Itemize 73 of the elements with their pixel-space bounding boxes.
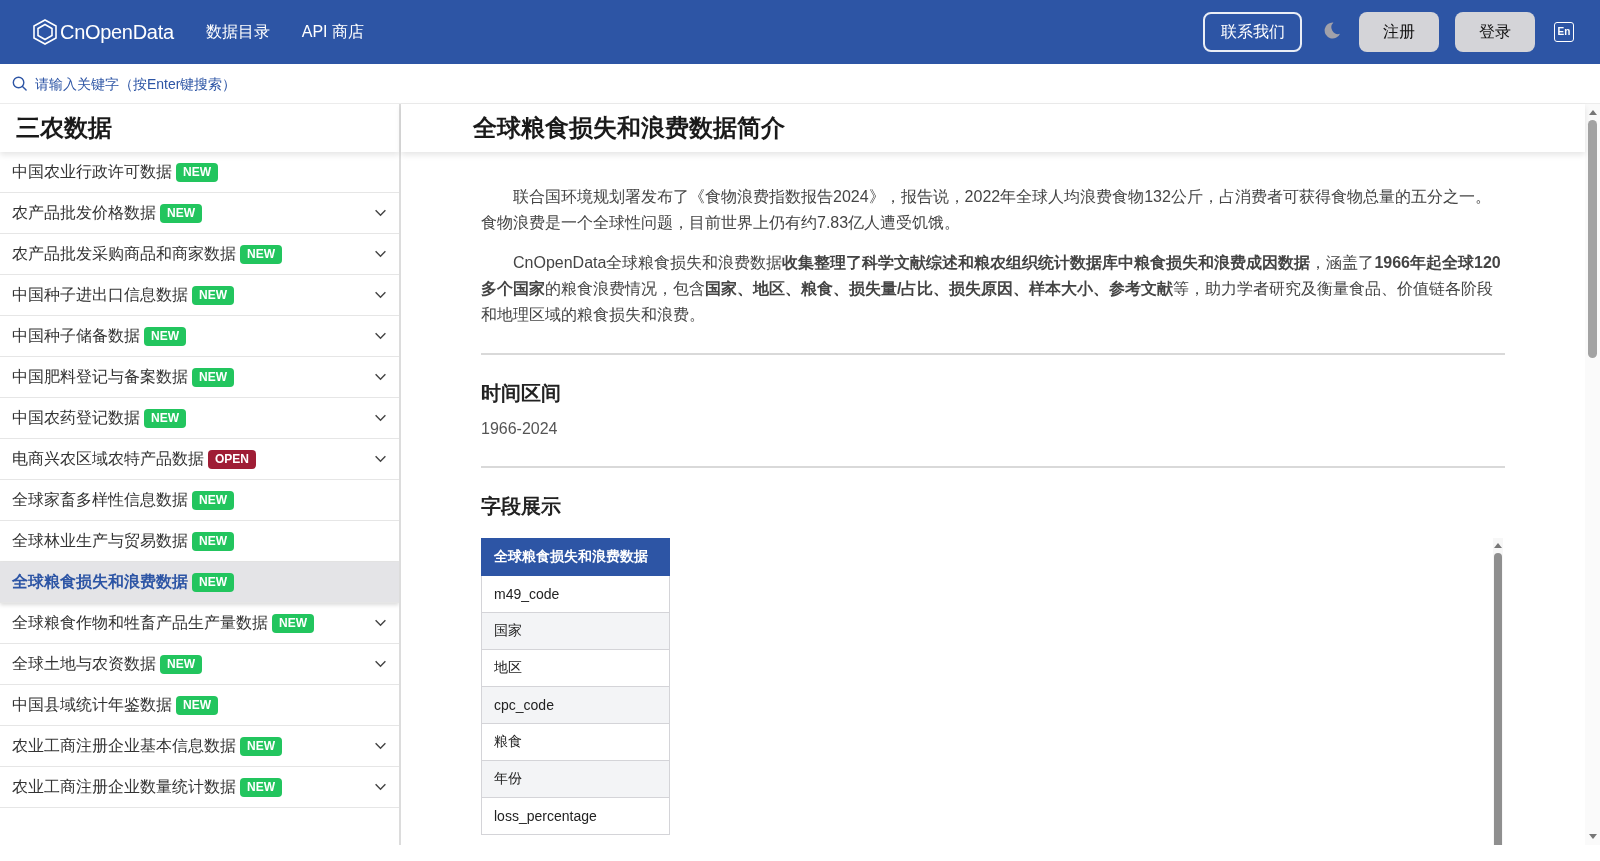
scroll-up-icon[interactable] — [1494, 543, 1502, 548]
login-button[interactable]: 登录 — [1455, 12, 1535, 52]
search-field[interactable]: 请输入关键字（按Enter键搜索） — [35, 72, 1600, 95]
scroll-down-icon[interactable] — [1588, 834, 1597, 839]
chevron-down-icon[interactable] — [374, 455, 387, 463]
intro-paragraph: 联合国环境规划署发布了《食物浪费指数报告2024》，报告说，2022年全球人均浪费食物132公斤，占消费者可获得食物总量的五分之一。食物浪费是一个全球性问题，目前世界上仍有约7.83亿人遭受饥饿。 — [481, 187, 1492, 233]
chevron-down-icon[interactable] — [374, 332, 387, 340]
scrollbar-thumb[interactable] — [1588, 120, 1597, 358]
chevron-down-icon[interactable] — [374, 783, 387, 791]
language-button[interactable]: En — [1554, 22, 1574, 42]
status-badge: NEW — [176, 695, 218, 715]
chevron-down-icon[interactable] — [374, 250, 387, 258]
home-logo-link[interactable]: CnOpenData — [33, 19, 174, 45]
sidebar-item[interactable]: 农产品批发价格数据 NEW — [0, 193, 399, 234]
table-cell: 地区 — [481, 649, 670, 687]
chevron-down-icon[interactable] — [374, 742, 387, 750]
moon-icon[interactable] — [1322, 21, 1341, 40]
page-title: 全球粮食损失和浪费数据简介 — [401, 104, 1585, 152]
status-badge: OPEN — [208, 449, 256, 469]
table-cell: 国家 — [481, 612, 670, 650]
status-badge: NEW — [160, 203, 202, 223]
table-cell: loss_percentage — [481, 797, 670, 835]
table-cell: 粮食 — [481, 723, 670, 761]
sidebar-item[interactable]: 中国肥料登记与备案数据 NEW — [0, 357, 399, 398]
chevron-down-icon[interactable] — [374, 660, 387, 668]
register-button[interactable]: 注册 — [1359, 12, 1439, 52]
chevron-down-icon[interactable] — [374, 291, 387, 299]
table-header-cell: 全球粮食损失和浪费数据 — [481, 538, 670, 576]
status-badge: NEW — [240, 736, 282, 756]
sidebar-item[interactable]: 中国农业行政许可数据 NEW — [0, 152, 399, 193]
status-badge: NEW — [160, 654, 202, 674]
status-badge: NEW — [240, 777, 282, 797]
chevron-down-icon[interactable] — [374, 619, 387, 627]
nav-link[interactable]: 数据目录 — [205, 21, 270, 43]
sidebar-item[interactable]: 农产品批发采购商品和商家数据 NEW — [0, 234, 399, 275]
chevron-down-icon[interactable] — [374, 414, 387, 422]
sidebar-item[interactable]: 全球粮食损失和浪费数据 NEW — [0, 562, 399, 603]
status-badge: NEW — [144, 408, 186, 428]
table-cell: cpc_code — [481, 686, 670, 724]
table-cell: m49_code — [481, 575, 670, 613]
time-range-text: 1966-2024 — [481, 419, 559, 439]
status-badge: NEW — [192, 285, 234, 305]
intro-paragraph: CnOpenData全球粮食损失和浪费数据收集整理了科学文献综述和粮农组织统计数据库中粮食损失和浪费成因数据，涵盖了1966年起全球120多个国家的粮食浪费情况，包含国家、地区、粮食、损失量/占比、损失原因、样本大小、参考文献等，助力学者研究及衡量食品、价值链各阶段和地理区域的粮食损失和浪费。 — [481, 253, 1502, 325]
sidebar-item[interactable]: 中国县域统计年鉴数据 NEW — [0, 685, 399, 726]
chevron-down-icon[interactable] — [374, 209, 387, 217]
chevron-down-icon[interactable] — [374, 373, 387, 381]
scrollbar-thumb[interactable] — [1494, 553, 1502, 845]
status-badge: NEW — [192, 531, 234, 551]
sidebar-item[interactable]: 全球粮食作物和牲畜产品生产量数据 NEW — [0, 603, 399, 644]
sidebar-item[interactable]: 农业工商注册企业数量统计数据 NEW — [0, 767, 399, 808]
nav-link[interactable]: API 商店 — [301, 21, 364, 43]
sidebar-item[interactable]: 全球土地与农资数据 NEW — [0, 644, 399, 685]
status-badge: NEW — [192, 490, 234, 510]
status-badge: NEW — [192, 572, 234, 592]
status-badge: NEW — [240, 244, 282, 264]
scroll-up-icon[interactable] — [1588, 110, 1597, 115]
sidebar-title: 三农数据 — [0, 104, 399, 152]
section-heading: 字段展示 — [481, 494, 562, 519]
section-heading: 时间区间 — [481, 381, 562, 406]
table-cell: 年份 — [481, 760, 670, 798]
status-badge: NEW — [176, 162, 218, 182]
contact-button[interactable]: 联系我们 — [1203, 12, 1302, 52]
status-badge: NEW — [192, 367, 234, 387]
sidebar-item[interactable]: 农业工商注册企业基本信息数据 NEW — [0, 726, 399, 767]
sidebar-item[interactable]: 全球家畜多样性信息数据 NEW — [0, 480, 399, 521]
hexagon-logo-icon — [33, 19, 57, 45]
search-icon — [12, 76, 27, 91]
status-badge: NEW — [272, 613, 314, 633]
sidebar-item[interactable]: 中国种子进出口信息数据 NEW — [0, 275, 399, 316]
status-badge: NEW — [144, 326, 186, 346]
sidebar-item[interactable]: 中国种子储备数据 NEW — [0, 316, 399, 357]
sidebar-item[interactable]: 电商兴农区域农特产品数据 OPEN — [0, 439, 399, 480]
sidebar-item[interactable]: 中国农药登记数据 NEW — [0, 398, 399, 439]
